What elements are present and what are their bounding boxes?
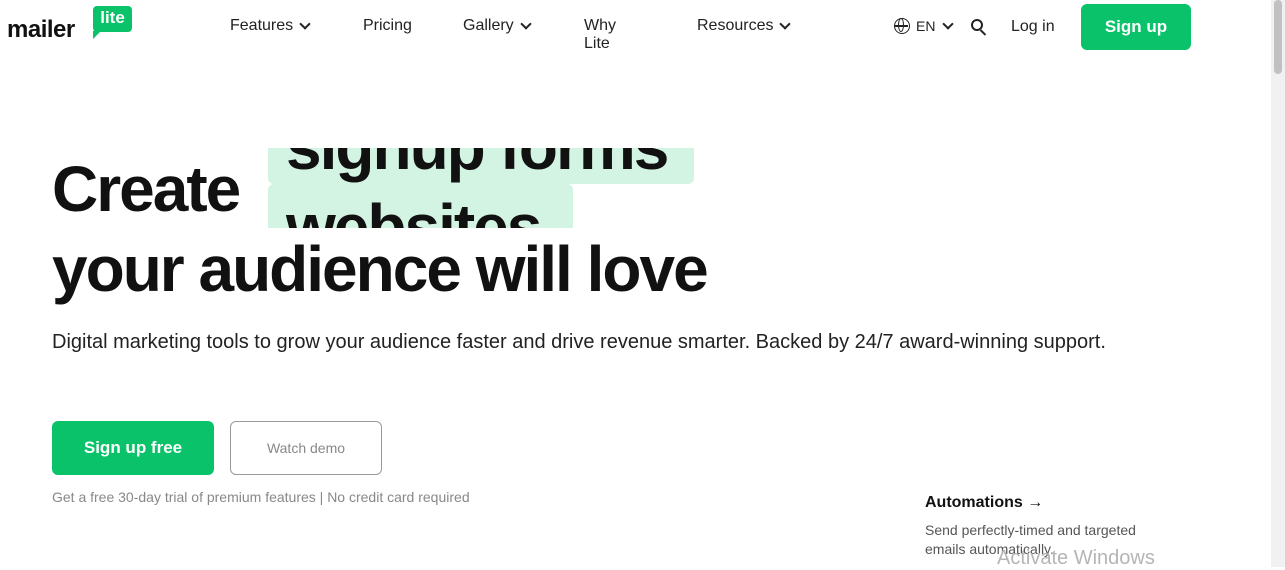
nav-item-label: Why Lite: [584, 17, 616, 52]
signup-button[interactable]: Sign up: [1081, 4, 1191, 50]
globe-icon: [894, 18, 910, 34]
nav-item-resources[interactable]: Resources: [697, 17, 792, 35]
rotating-word: websites: [286, 191, 542, 228]
nav-item-label: Gallery: [463, 17, 514, 34]
rotating-word-highlight: websites: [268, 184, 573, 228]
rotating-words: signup forms websites: [268, 148, 696, 228]
hero-subtitle: Digital marketing tools to grow your aud…: [52, 331, 1106, 353]
rotating-word-highlight: signup forms: [268, 148, 694, 184]
language-selector[interactable]: EN: [894, 18, 955, 34]
signup-free-button[interactable]: Sign up free: [52, 421, 214, 475]
chevron-down-icon: [779, 18, 792, 30]
rotating-word: signup forms: [286, 148, 669, 184]
watch-demo-button[interactable]: Watch demo: [230, 421, 382, 475]
nav-item-label: Features: [230, 17, 294, 34]
nav-item-features[interactable]: Features: [230, 17, 311, 35]
nav-item-pricing[interactable]: Pricing: [363, 17, 412, 35]
language-label: EN: [916, 18, 936, 34]
chevron-down-icon: [299, 18, 311, 30]
automations-link[interactable]: Automations →: [925, 494, 1043, 512]
login-link[interactable]: Log in: [1011, 18, 1055, 36]
hero-title-lead: Create: [52, 153, 241, 225]
scrollbar-thumb[interactable]: [1274, 0, 1282, 74]
nav-item-label: Pricing: [363, 17, 412, 34]
chevron-down-icon: [520, 18, 532, 30]
nav-item-label: Resources: [697, 17, 774, 34]
page-scrollbar[interactable]: [1271, 0, 1285, 567]
hero-title-line2: your audience will love: [52, 233, 709, 305]
logo-wordmark: mailer: [7, 16, 75, 43]
chevron-down-icon: [942, 18, 955, 30]
search-icon[interactable]: [971, 19, 987, 36]
logo-badge: lite: [93, 6, 132, 39]
nav-item-why-lite[interactable]: Why Lite: [584, 17, 616, 53]
nav-item-gallery[interactable]: Gallery: [463, 17, 532, 35]
trial-note: Get a free 30-day trial of premium featu…: [52, 489, 470, 505]
